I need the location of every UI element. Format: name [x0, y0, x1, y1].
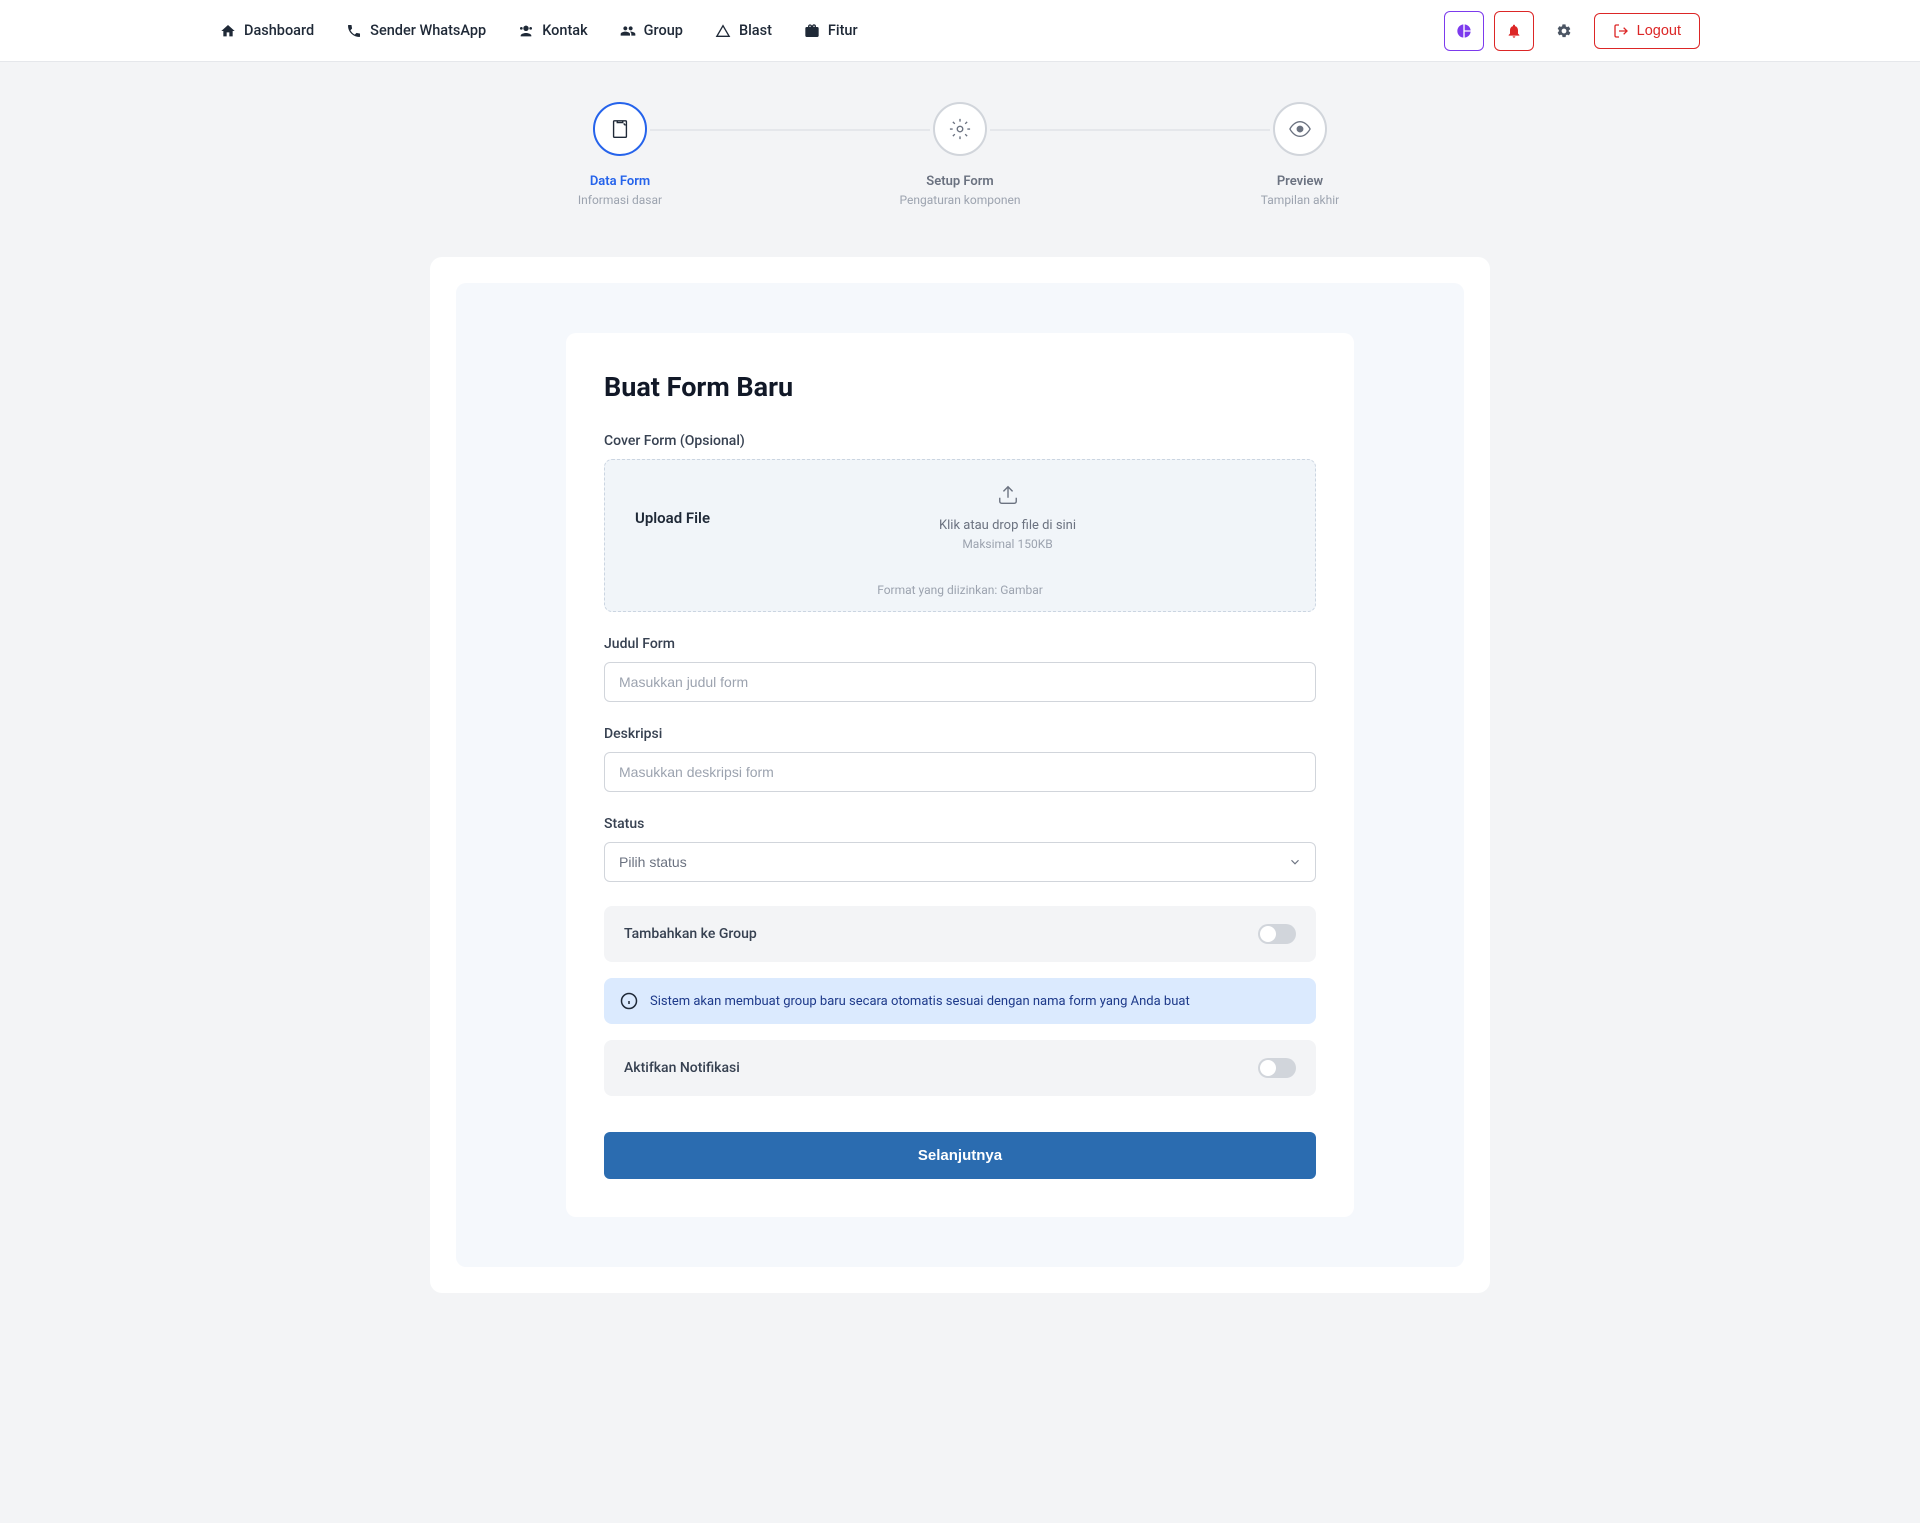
upload-center: Klik atau drop file di sini Maksimal 150…	[730, 484, 1285, 551]
nav-group[interactable]: Group	[620, 22, 683, 39]
gear-icon	[1556, 23, 1572, 39]
upload-file-label: Upload File	[635, 509, 710, 527]
notif-card: Aktifkan Notifikasi	[604, 1040, 1316, 1096]
form-card: Buat Form Baru Cover Form (Opsional) Upl…	[566, 333, 1354, 1217]
cover-form-group: Cover Form (Opsional) Upload File Klik a…	[604, 433, 1316, 612]
cover-label: Cover Form (Opsional)	[604, 433, 1316, 449]
nav-kontak-label: Kontak	[542, 22, 587, 39]
step-data-form[interactable]: Data Form Informasi dasar	[530, 102, 710, 207]
upload-format-text: Format yang diizinkan: Gambar	[635, 583, 1285, 597]
info-alert: Sistem akan membuat group baru secara ot…	[604, 978, 1316, 1024]
step-setup-form[interactable]: Setup Form Pengaturan komponen	[870, 102, 1050, 207]
status-select[interactable]: Pilih status	[604, 842, 1316, 882]
step-title-2: Setup Form	[926, 174, 993, 189]
status-label: Status	[604, 816, 1316, 832]
nav-blast[interactable]: Blast	[715, 22, 772, 39]
home-icon	[220, 23, 236, 39]
eye-icon	[1289, 118, 1311, 140]
navbar: Dashboard Sender WhatsApp Kontak Group B…	[0, 0, 1920, 62]
logout-icon	[1613, 23, 1629, 39]
step-circle-3	[1273, 102, 1327, 156]
step-subtitle-3: Tampilan akhir	[1261, 193, 1339, 207]
step-subtitle-1: Informasi dasar	[578, 193, 662, 207]
deskripsi-input[interactable]	[604, 752, 1316, 792]
nav-dashboard-label: Dashboard	[244, 22, 314, 39]
nav-blast-label: Blast	[739, 22, 772, 39]
main-container: Data Form Informasi dasar Setup Form Pen…	[410, 62, 1510, 1333]
nav-kontak[interactable]: Kontak	[518, 22, 587, 39]
step-title-3: Preview	[1277, 174, 1323, 189]
add-group-label: Tambahkan ke Group	[624, 926, 757, 942]
step-title-1: Data Form	[590, 174, 650, 189]
alert-text: Sistem akan membuat group baru secara ot…	[650, 994, 1190, 1009]
nav-sender-label: Sender WhatsApp	[370, 22, 486, 39]
contacts-icon	[518, 23, 534, 39]
blast-icon	[715, 23, 731, 39]
judul-label: Judul Form	[604, 636, 1316, 652]
chart-button[interactable]	[1444, 11, 1484, 51]
nav-sender-whatsapp[interactable]: Sender WhatsApp	[346, 22, 486, 39]
notifications-button[interactable]	[1494, 11, 1534, 51]
clipboard-icon	[609, 118, 631, 140]
notif-label: Aktifkan Notifikasi	[624, 1060, 740, 1076]
step-preview[interactable]: Preview Tampilan akhir	[1210, 102, 1390, 207]
bell-icon	[1506, 23, 1522, 39]
upload-zone[interactable]: Upload File Klik atau drop file di sini …	[604, 459, 1316, 612]
nav-fitur-label: Fitur	[828, 22, 858, 39]
phone-icon	[346, 23, 362, 39]
upload-icon	[997, 484, 1019, 506]
submit-button[interactable]: Selanjutnya	[604, 1132, 1316, 1179]
step-circle-2	[933, 102, 987, 156]
info-icon	[620, 992, 638, 1010]
logout-label: Logout	[1637, 23, 1681, 39]
nav-dashboard[interactable]: Dashboard	[220, 22, 314, 39]
nav-right: Logout	[1444, 11, 1700, 51]
upload-click-text: Klik atau drop file di sini	[730, 518, 1285, 533]
upload-row: Upload File Klik atau drop file di sini …	[635, 484, 1285, 551]
status-form-group: Status Pilih status	[604, 816, 1316, 882]
group-icon	[620, 23, 636, 39]
step-subtitle-2: Pengaturan komponen	[900, 193, 1021, 207]
add-group-card: Tambahkan ke Group	[604, 906, 1316, 962]
deskripsi-label: Deskripsi	[604, 726, 1316, 742]
cog-icon	[949, 118, 971, 140]
toggle-knob	[1260, 926, 1276, 942]
card-outer: Buat Form Baru Cover Form (Opsional) Upl…	[430, 257, 1490, 1293]
settings-button[interactable]	[1544, 11, 1584, 51]
stepper: Data Form Informasi dasar Setup Form Pen…	[530, 102, 1390, 207]
card-inner: Buat Form Baru Cover Form (Opsional) Upl…	[456, 283, 1464, 1267]
judul-form-group: Judul Form	[604, 636, 1316, 702]
judul-input[interactable]	[604, 662, 1316, 702]
gift-icon	[804, 23, 820, 39]
toggle-knob	[1260, 1060, 1276, 1076]
add-group-toggle[interactable]	[1258, 924, 1296, 944]
status-select-wrapper: Pilih status	[604, 842, 1316, 882]
upload-max-text: Maksimal 150KB	[730, 537, 1285, 551]
form-title: Buat Form Baru	[604, 371, 1316, 403]
deskripsi-form-group: Deskripsi	[604, 726, 1316, 792]
step-circle-1	[593, 102, 647, 156]
nav-fitur[interactable]: Fitur	[804, 22, 858, 39]
notif-toggle[interactable]	[1258, 1058, 1296, 1078]
logout-button[interactable]: Logout	[1594, 13, 1700, 49]
pie-chart-icon	[1456, 23, 1472, 39]
nav-left: Dashboard Sender WhatsApp Kontak Group B…	[220, 22, 858, 39]
nav-group-label: Group	[644, 22, 683, 39]
